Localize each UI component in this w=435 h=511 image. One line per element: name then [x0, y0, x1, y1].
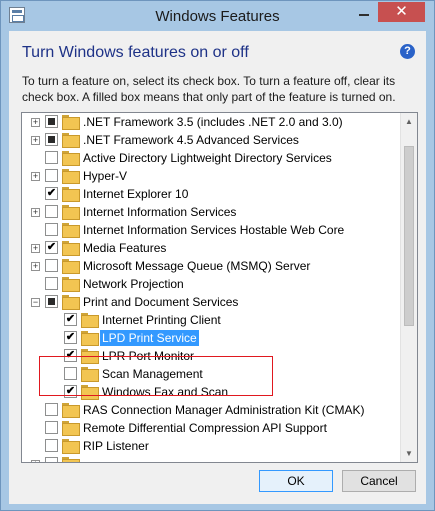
folder-icon [62, 187, 80, 202]
feature-row[interactable]: + .NET Framework 3.5 (includes .NET 2.0 a… [22, 113, 402, 131]
feature-checkbox[interactable] [45, 439, 58, 452]
feature-rows: + .NET Framework 3.5 (includes .NET 2.0 a… [22, 113, 402, 462]
folder-icon [62, 205, 80, 220]
ok-button[interactable]: OK [259, 470, 333, 492]
title-bar[interactable]: Windows Features ✕ [1, 1, 434, 31]
dialog-heading: Turn Windows features on or off [22, 44, 249, 61]
expand-icon[interactable]: + [31, 460, 40, 462]
feature-row[interactable]: + Internet Information Services [22, 203, 402, 221]
feature-row[interactable]: RAS Connection Manager Administration Ki… [22, 401, 402, 419]
folder-icon [62, 457, 80, 462]
feature-label: Remote Differential Compression API Supp… [83, 421, 327, 435]
feature-row[interactable]: RIP Listener [22, 437, 402, 455]
feature-row[interactable]: ✔ Internet Printing Client [22, 311, 402, 329]
features-tree[interactable]: + .NET Framework 3.5 (includes .NET 2.0 a… [21, 112, 418, 463]
feature-checkbox[interactable] [45, 277, 58, 290]
minimize-button[interactable] [350, 2, 378, 22]
annotation-highlight-box [39, 356, 273, 396]
feature-checkbox[interactable] [45, 115, 58, 128]
feature-checkbox[interactable] [45, 169, 58, 182]
expand-icon[interactable]: + [31, 262, 40, 271]
feature-row[interactable]: + Hyper-V [22, 167, 402, 185]
feature-label: Internet Explorer 10 [83, 187, 189, 201]
feature-row[interactable]: + .NET Framework 4.5 Advanced Services [22, 131, 402, 149]
feature-checkbox[interactable] [45, 259, 58, 272]
cancel-button[interactable]: Cancel [342, 470, 416, 492]
scroll-up-icon[interactable]: ▲ [401, 113, 417, 130]
feature-checkbox[interactable] [45, 457, 58, 462]
feature-row[interactable]: Active Directory Lightweight Directory S… [22, 149, 402, 167]
folder-icon [62, 439, 80, 454]
feature-checkbox[interactable] [45, 133, 58, 146]
feature-checkbox[interactable] [45, 295, 58, 308]
feature-label: Print and Document Services [83, 295, 239, 309]
folder-icon [62, 115, 80, 130]
feature-label: .NET Framework 4.5 Advanced Services [83, 133, 299, 147]
folder-icon [62, 223, 80, 238]
feature-row[interactable]: Internet Information Services Hostable W… [22, 221, 402, 239]
feature-label: RIP Listener [83, 439, 149, 453]
feature-row[interactable]: + Microsoft Message Queue (MSMQ) Server [22, 257, 402, 275]
folder-icon [62, 295, 80, 310]
folder-icon [81, 313, 99, 328]
expand-icon[interactable]: + [31, 208, 40, 217]
folder-icon [62, 151, 80, 166]
folder-icon [81, 331, 99, 346]
folder-icon [62, 403, 80, 418]
feature-label: Internet Printing Client [102, 313, 221, 327]
feature-row[interactable]: Remote Differential Compression API Supp… [22, 419, 402, 437]
feature-checkbox[interactable]: ✔ [45, 241, 58, 254]
feature-label: Internet Information Services Hostable W… [83, 223, 345, 237]
feature-row[interactable]: + [22, 455, 402, 462]
feature-label: .NET Framework 3.5 (includes .NET 2.0 an… [83, 115, 343, 129]
expand-icon[interactable]: + [31, 136, 40, 145]
folder-icon [62, 133, 80, 148]
feature-label: LPD Print Service [100, 330, 199, 346]
vertical-scrollbar[interactable]: ▲ ▼ [400, 113, 417, 462]
feature-row[interactable]: − Print and Document Services [22, 293, 402, 311]
feature-checkbox[interactable] [45, 151, 58, 164]
scroll-down-icon[interactable]: ▼ [401, 445, 417, 462]
feature-label: Network Projection [83, 277, 184, 291]
feature-row[interactable]: + ✔ Media Features [22, 239, 402, 257]
feature-label: Microsoft Message Queue (MSMQ) Server [83, 259, 311, 273]
feature-checkbox[interactable] [45, 223, 58, 236]
expand-icon[interactable]: + [31, 118, 40, 127]
feature-label: RAS Connection Manager Administration Ki… [83, 403, 365, 417]
feature-label: Hyper-V [83, 169, 128, 183]
dialog-description: To turn a feature on, select its check b… [22, 74, 396, 104]
folder-icon [62, 277, 80, 292]
dialog-client-area: Turn Windows features on or off ? To tur… [9, 31, 426, 504]
collapse-icon[interactable]: − [31, 298, 40, 307]
feature-checkbox[interactable] [45, 205, 58, 218]
feature-row[interactable]: ✔ LPD Print Service [22, 329, 402, 347]
feature-label: Active Directory Lightweight Directory S… [83, 151, 332, 165]
feature-checkbox[interactable]: ✔ [64, 313, 77, 326]
feature-row[interactable]: Network Projection [22, 275, 402, 293]
scroll-thumb[interactable] [404, 146, 414, 326]
expand-icon[interactable]: + [31, 172, 40, 181]
feature-label: Media Features [83, 241, 167, 255]
feature-label: Internet Information Services [83, 205, 237, 219]
feature-row[interactable]: ✔ Internet Explorer 10 [22, 185, 402, 203]
feature-checkbox[interactable] [45, 421, 58, 434]
folder-icon [62, 241, 80, 256]
folder-icon [62, 421, 80, 436]
feature-checkbox[interactable]: ✔ [64, 331, 77, 344]
feature-checkbox[interactable]: ✔ [45, 187, 58, 200]
windows-features-window: Windows Features ✕ Turn Windows features… [0, 0, 435, 511]
expand-icon[interactable]: + [31, 244, 40, 253]
feature-checkbox[interactable] [45, 403, 58, 416]
folder-icon [62, 169, 80, 184]
close-button[interactable]: ✕ [378, 2, 425, 22]
folder-icon [62, 259, 80, 274]
help-icon[interactable]: ? [400, 44, 415, 59]
